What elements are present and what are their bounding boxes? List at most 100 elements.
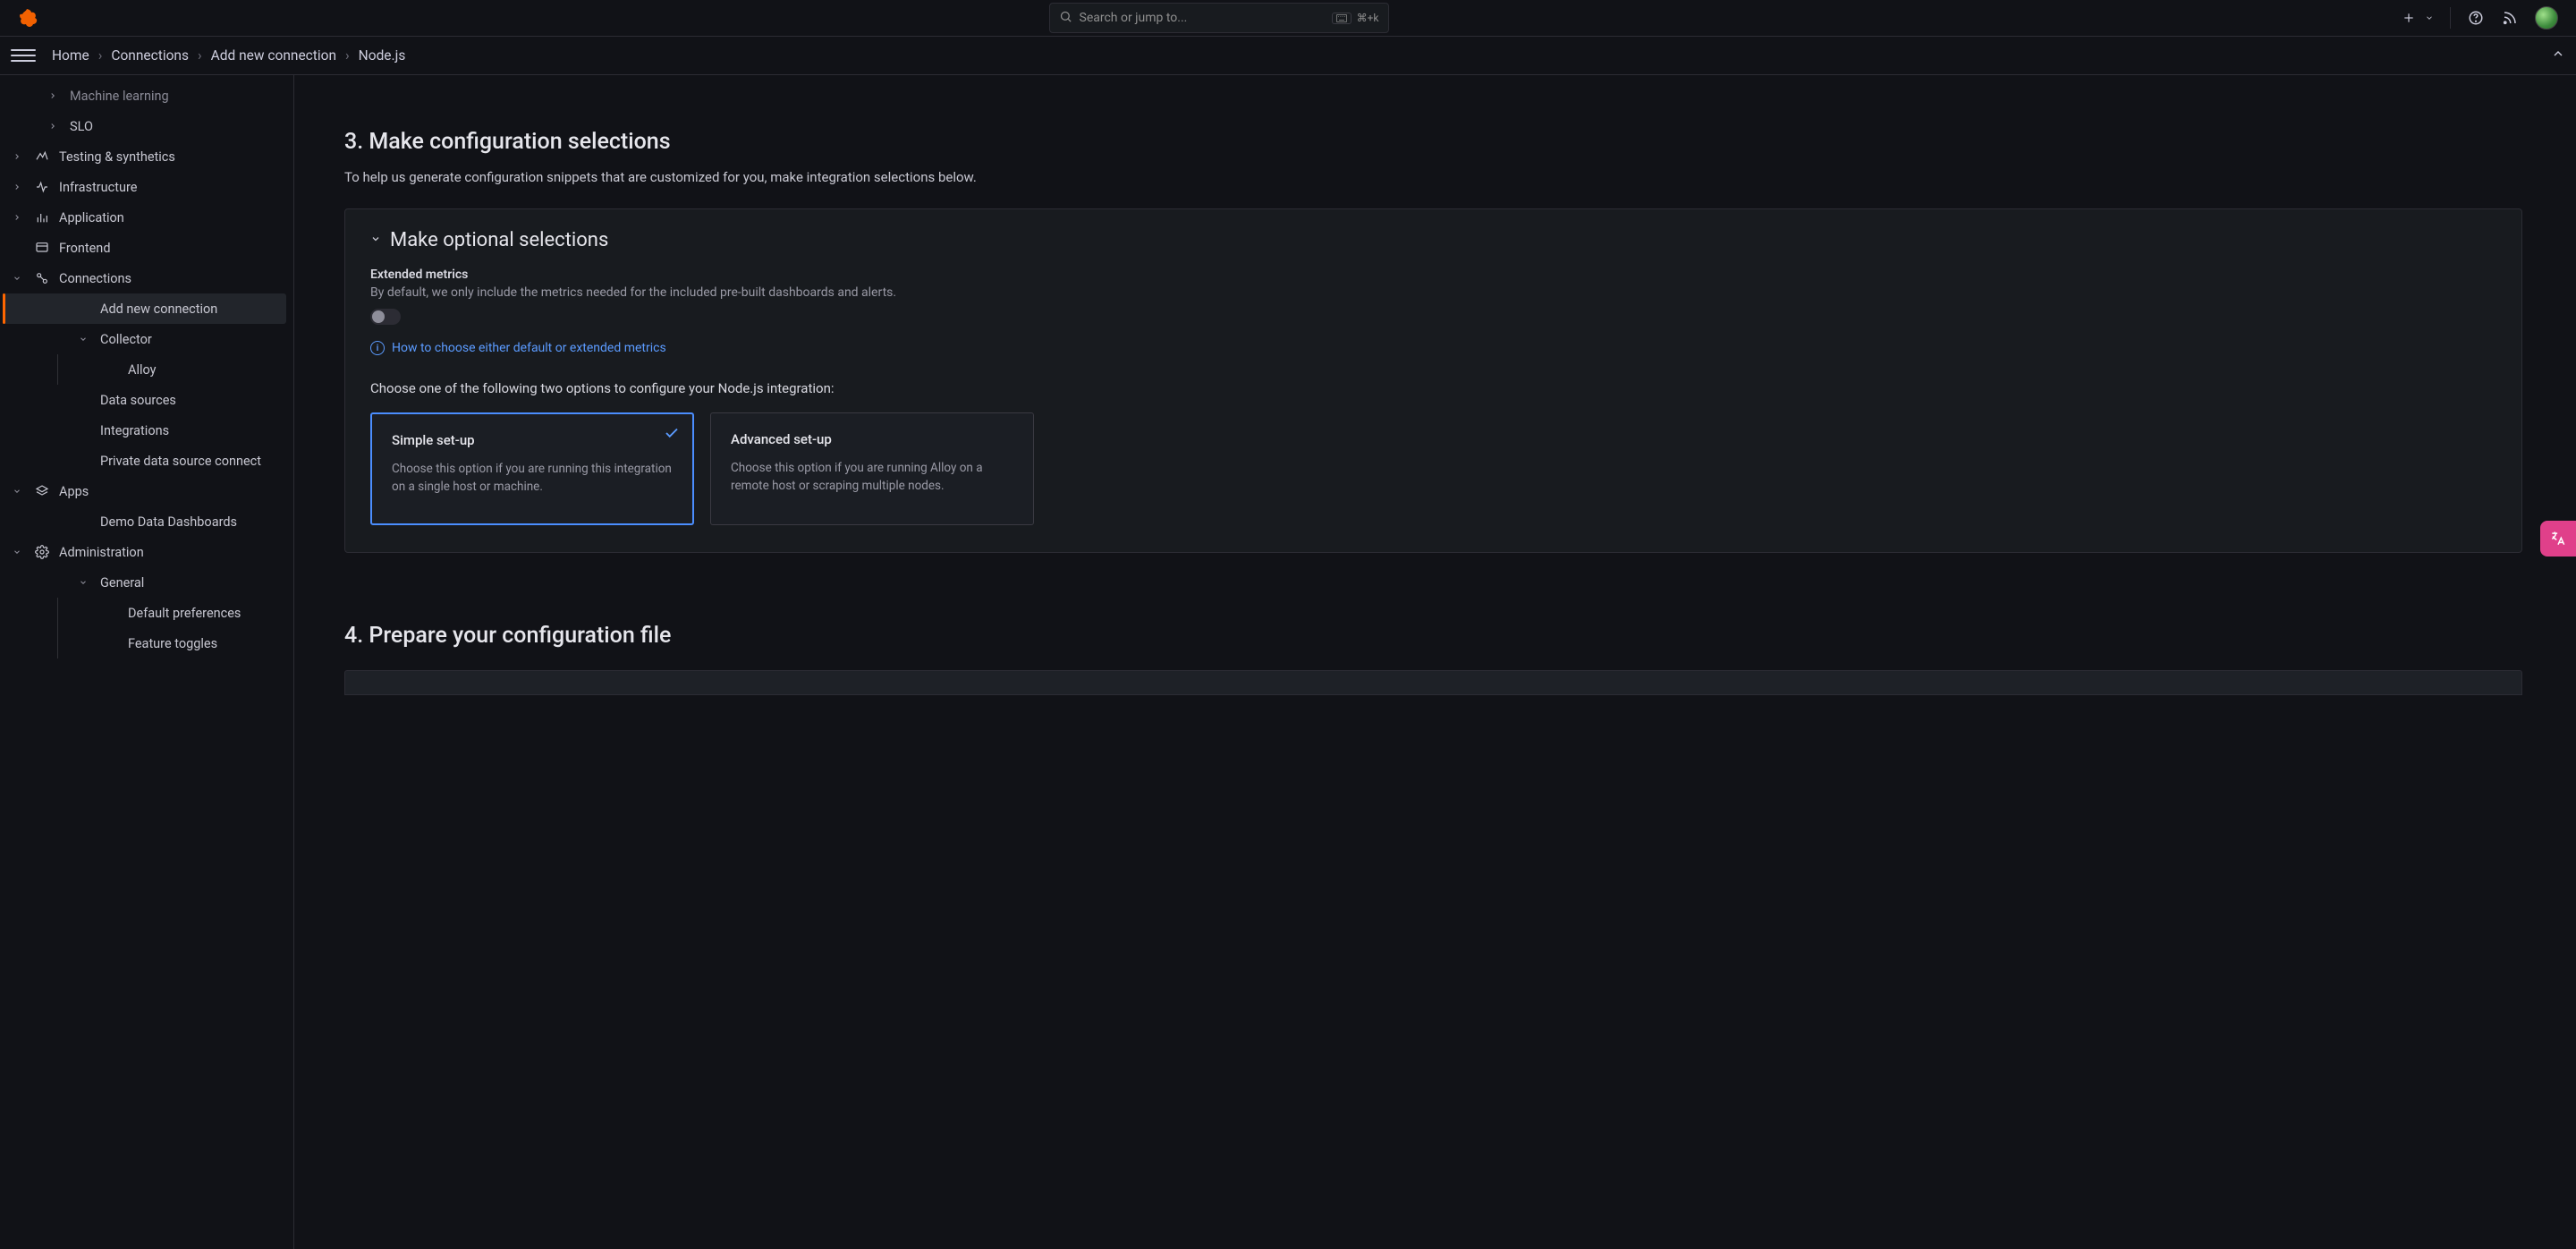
connections-icon (34, 270, 50, 286)
frontend-icon (34, 240, 50, 256)
extended-metrics-desc: By default, we only include the metrics … (370, 285, 2496, 300)
panel-header[interactable]: Make optional selections (370, 229, 2496, 251)
chevron-right-icon: › (98, 47, 103, 64)
keyboard-icon (1332, 13, 1352, 24)
section-3-subtitle: To help us generate configuration snippe… (344, 169, 2522, 185)
optional-selections-panel: Make optional selections Extended metric… (344, 208, 2522, 553)
sidebar-item-general[interactable]: General (4, 567, 286, 598)
extended-metrics-toggle[interactable] (370, 309, 401, 325)
apps-icon (34, 483, 50, 499)
sidebar-item-add-new-connection[interactable]: Add new connection (4, 293, 286, 324)
info-icon: i (370, 341, 385, 355)
sidebar-nav: Machine learning SLO Testing & synthetics I… (0, 75, 294, 1249)
search-placeholder: Search or jump to... (1080, 11, 1325, 25)
sidebar-item-label: Alloy (128, 362, 157, 378)
sidebar-item-label: Feature toggles (128, 636, 217, 651)
code-block-header (344, 670, 2522, 695)
sidebar-item-application[interactable]: Application (4, 202, 286, 233)
sidebar-item-data-sources[interactable]: Data sources (4, 385, 286, 415)
chevron-down-icon (9, 487, 25, 496)
option-title: Advanced set-up (731, 431, 1013, 447)
chevron-right-icon: › (345, 47, 350, 64)
search-icon (1059, 10, 1072, 27)
sidebar-item-label: Application (59, 210, 124, 225)
sidebar-item-label: Data sources (100, 393, 176, 408)
divider (2450, 7, 2451, 29)
option-desc: Choose this option if you are running th… (392, 461, 673, 496)
sidebar-item-label: Demo Data Dashboards (100, 514, 237, 530)
user-avatar[interactable] (2535, 6, 2558, 30)
sidebar-item-label: Default preferences (128, 606, 241, 621)
collapse-button[interactable] (2551, 47, 2565, 64)
section-4-title: 4. Prepare your configuration file (344, 623, 2522, 649)
main-content: 3. Make configuration selections To help… (294, 75, 2576, 1249)
app-icon (34, 209, 50, 225)
keyboard-shortcut: ⌘+k (1332, 12, 1379, 24)
add-button[interactable] (2400, 9, 2418, 27)
synthetics-icon (34, 149, 50, 165)
help-icon[interactable] (2467, 9, 2485, 27)
sidebar-item-label: Machine learning (70, 89, 169, 104)
translate-button[interactable] (2540, 521, 2576, 557)
sidebar-item-label: Connections (59, 271, 131, 286)
sidebar-item-label: Administration (59, 545, 144, 560)
sidebar-item-collector[interactable]: Collector (4, 324, 286, 354)
breadcrumb-connections[interactable]: Connections (111, 47, 189, 64)
sidebar-item-label: Testing & synthetics (59, 149, 175, 165)
sidebar-item-testing-synthetics[interactable]: Testing & synthetics (4, 141, 286, 172)
chevron-down-icon (370, 234, 381, 248)
sidebar-item-alloy[interactable]: Alloy (58, 354, 286, 385)
sidebar-item-label: Integrations (100, 423, 169, 438)
sidebar-item-infrastructure[interactable]: Infrastructure (4, 172, 286, 202)
chevron-right-icon: › (198, 47, 202, 64)
breadcrumb-current: Node.js (359, 47, 406, 64)
chevron-right-icon (45, 91, 61, 100)
sidebar-item-demo-data-dashboards[interactable]: Demo Data Dashboards (4, 506, 286, 537)
option-desc: Choose this option if you are running Al… (731, 460, 1013, 495)
breadcrumb-home[interactable]: Home (52, 47, 89, 64)
chevron-right-icon (9, 152, 25, 161)
sidebar-item-label: Apps (59, 484, 89, 499)
sidebar-item-administration[interactable]: Administration (4, 537, 286, 567)
choose-option-text: Choose one of the following two options … (370, 380, 2496, 396)
sidebar-item-apps[interactable]: Apps (4, 476, 286, 506)
info-link[interactable]: i How to choose either default or extend… (370, 341, 2496, 355)
sidebar-item-connections[interactable]: Connections (4, 263, 286, 293)
admin-icon (34, 544, 50, 560)
option-title: Simple set-up (392, 432, 673, 448)
chevron-right-icon (9, 183, 25, 191)
sidebar-item-machine-learning[interactable]: Machine learning (4, 81, 286, 111)
chevron-down-icon (9, 274, 25, 283)
option-simple-setup[interactable]: Simple set-up Choose this option if you … (370, 412, 694, 525)
chevron-down-icon (9, 548, 25, 557)
sidebar-item-default-preferences[interactable]: Default preferences (58, 598, 286, 628)
sidebar-item-frontend[interactable]: Frontend (4, 233, 286, 263)
sidebar-item-label: Collector (100, 332, 152, 347)
chevron-right-icon (9, 213, 25, 222)
sidebar-item-feature-toggles[interactable]: Feature toggles (58, 628, 286, 658)
breadcrumb-add-new[interactable]: Add new connection (211, 47, 336, 64)
option-advanced-setup[interactable]: Advanced set-up Choose this option if yo… (710, 412, 1034, 525)
grafana-logo-icon[interactable] (16, 7, 38, 29)
sidebar-item-label: Add new connection (100, 302, 217, 317)
rss-icon[interactable] (2501, 9, 2519, 27)
sidebar-item-label: Infrastructure (59, 180, 137, 195)
breadcrumb-bar: Home › Connections › Add new connection … (0, 37, 2576, 75)
sidebar-item-private-data-source-connect[interactable]: Private data source connect (4, 446, 286, 476)
sidebar-item-slo[interactable]: SLO (4, 111, 286, 141)
menu-toggle-button[interactable] (11, 43, 36, 68)
chevron-down-icon (75, 335, 91, 344)
chevron-right-icon (45, 122, 61, 131)
sidebar-item-label: Frontend (59, 241, 111, 256)
extended-metrics-label: Extended metrics (370, 268, 2496, 282)
sidebar-item-label: General (100, 575, 144, 591)
sidebar-item-label: SLO (70, 119, 93, 134)
sidebar-item-integrations[interactable]: Integrations (4, 415, 286, 446)
chevron-down-icon (75, 578, 91, 587)
sidebar-item-label: Private data source connect (100, 454, 261, 469)
top-bar: Search or jump to... ⌘+k (0, 0, 2576, 37)
search-input[interactable]: Search or jump to... ⌘+k (1049, 3, 1389, 33)
section-3-title: 3. Make configuration selections (344, 129, 2522, 155)
check-icon (664, 425, 680, 446)
chevron-down-icon[interactable] (2425, 9, 2434, 27)
